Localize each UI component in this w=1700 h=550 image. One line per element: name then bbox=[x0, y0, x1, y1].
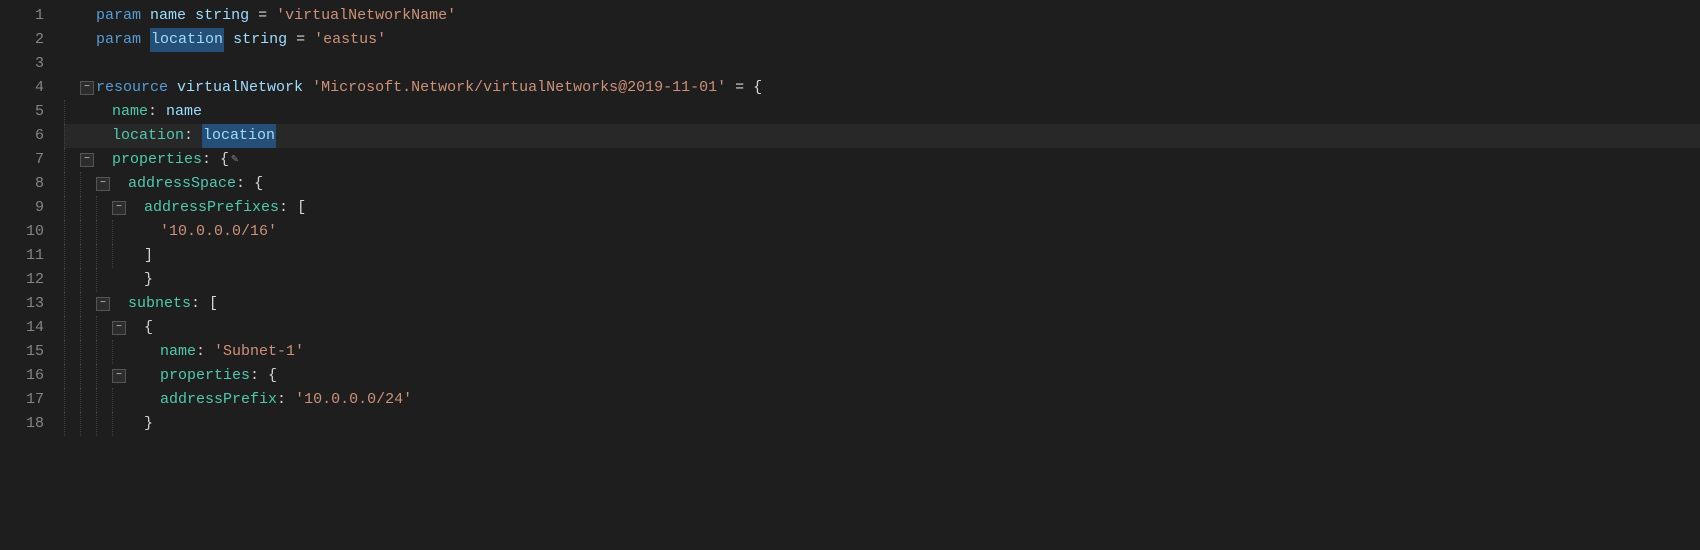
open-brace-resource: { bbox=[753, 76, 762, 100]
fold-button-9[interactable]: − bbox=[112, 201, 126, 215]
param-name-identifier: name bbox=[150, 4, 186, 28]
colon-addressprefix: : bbox=[277, 388, 286, 412]
fold-button-8[interactable]: − bbox=[96, 177, 110, 191]
colon-name: : bbox=[148, 100, 157, 124]
fold-button-16[interactable]: − bbox=[112, 369, 126, 383]
equals-2: = bbox=[287, 28, 314, 52]
code-line-12: } bbox=[64, 268, 1700, 292]
colon-subnets: : bbox=[191, 292, 200, 316]
string-virtual-network-name: 'virtualNetworkName' bbox=[276, 4, 456, 28]
close-brace-subnet-props: } bbox=[144, 412, 153, 436]
resource-type-string: 'Microsoft.Network/virtualNetworks@2019-… bbox=[312, 76, 726, 100]
line-num-16: 16 bbox=[0, 364, 44, 388]
line-number-gutter: 1 2 3 4 5 6 7 8 9 10 11 12 13 14 15 16 1… bbox=[0, 0, 60, 550]
open-brace-subnet-props: { bbox=[268, 364, 277, 388]
code-line-17: addressPrefix : '10.0.0.0/24' bbox=[64, 388, 1700, 412]
fold-button-13[interactable]: − bbox=[96, 297, 110, 311]
line-num-10: 10 bbox=[0, 220, 44, 244]
prop-addressprefixes: addressPrefixes bbox=[144, 196, 279, 220]
code-line-3 bbox=[64, 52, 1700, 76]
code-line-1: param name string = 'virtualNetworkName' bbox=[64, 4, 1700, 28]
line-num-4: 4 bbox=[0, 76, 44, 100]
prop-subnets: subnets bbox=[128, 292, 191, 316]
prop-subnet-name: name bbox=[160, 340, 196, 364]
close-brace-addressspace: } bbox=[144, 268, 153, 292]
fold-button-14[interactable]: − bbox=[112, 321, 126, 335]
line-num-15: 15 bbox=[0, 340, 44, 364]
prop-name: name bbox=[112, 100, 148, 124]
code-line-10: '10.0.0.0/16' bbox=[64, 220, 1700, 244]
line-num-8: 8 bbox=[0, 172, 44, 196]
colon-addressprefixes: : bbox=[279, 196, 288, 220]
colon-addressspace: : bbox=[236, 172, 245, 196]
line-num-17: 17 bbox=[0, 388, 44, 412]
line-num-13: 13 bbox=[0, 292, 44, 316]
keyword-param-2: param bbox=[96, 28, 141, 52]
pencil-icon: ✎ bbox=[231, 150, 238, 169]
code-line-9: − addressPrefixes : [ bbox=[64, 196, 1700, 220]
string-addressprefix: '10.0.0.0/24' bbox=[295, 388, 412, 412]
open-brace-properties: { bbox=[220, 148, 229, 172]
line-num-18: 18 bbox=[0, 412, 44, 436]
type-string-1: string bbox=[195, 4, 249, 28]
string-prefix-value: '10.0.0.0/16' bbox=[160, 220, 277, 244]
colon-location: : bbox=[184, 124, 193, 148]
val-name: name bbox=[166, 100, 202, 124]
code-content: param name string = 'virtualNetworkName'… bbox=[60, 0, 1700, 550]
line-num-5: 5 bbox=[0, 100, 44, 124]
line-num-2: 2 bbox=[0, 28, 44, 52]
line-num-6: 6 bbox=[0, 124, 44, 148]
keyword-resource: resource bbox=[96, 76, 168, 100]
code-line-13: − subnets : [ bbox=[64, 292, 1700, 316]
code-line-8: − addressSpace : { bbox=[64, 172, 1700, 196]
open-brace-addressspace: { bbox=[254, 172, 263, 196]
code-line-15: name : 'Subnet-1' bbox=[64, 340, 1700, 364]
keyword-param-1: param bbox=[96, 4, 141, 28]
prop-location: location bbox=[112, 124, 184, 148]
close-bracket-addressprefixes: ] bbox=[144, 244, 153, 268]
line-num-12: 12 bbox=[0, 268, 44, 292]
line-num-14: 14 bbox=[0, 316, 44, 340]
fold-button-7[interactable]: − bbox=[80, 153, 94, 167]
string-subnet-name: 'Subnet-1' bbox=[214, 340, 304, 364]
equals-1: = bbox=[249, 4, 276, 28]
code-line-11: ] bbox=[64, 244, 1700, 268]
code-line-4: − resource virtualNetwork 'Microsoft.Net… bbox=[64, 76, 1700, 100]
colon-properties: : bbox=[202, 148, 211, 172]
colon-subnet-properties: : bbox=[250, 364, 259, 388]
code-line-2: param location string = 'eastus' bbox=[64, 28, 1700, 52]
prop-addressspace: addressSpace bbox=[128, 172, 236, 196]
string-eastus: 'eastus' bbox=[314, 28, 386, 52]
equals-3: = bbox=[726, 76, 753, 100]
code-line-6: location : location bbox=[64, 124, 1700, 148]
location-value-highlighted: location bbox=[202, 124, 276, 148]
line-num-7: 7 bbox=[0, 148, 44, 172]
prop-addressprefix: addressPrefix bbox=[160, 388, 277, 412]
code-line-5: name : name bbox=[64, 100, 1700, 124]
code-line-18: } bbox=[64, 412, 1700, 436]
line-num-11: 11 bbox=[0, 244, 44, 268]
line-num-1: 1 bbox=[0, 4, 44, 28]
prop-properties: properties bbox=[112, 148, 202, 172]
code-line-16: − properties : { bbox=[64, 364, 1700, 388]
open-brace-subnet: { bbox=[144, 316, 153, 340]
location-highlighted: location bbox=[150, 28, 224, 52]
fold-button-4[interactable]: − bbox=[80, 81, 94, 95]
code-editor: 1 2 3 4 5 6 7 8 9 10 11 12 13 14 15 16 1… bbox=[0, 0, 1700, 550]
code-line-14: − { bbox=[64, 316, 1700, 340]
colon-subnet-name: : bbox=[196, 340, 205, 364]
resource-name: virtualNetwork bbox=[177, 76, 303, 100]
line-num-9: 9 bbox=[0, 196, 44, 220]
open-bracket-subnets: [ bbox=[209, 292, 218, 316]
open-bracket-addressprefixes: [ bbox=[297, 196, 306, 220]
code-line-7: − properties : { ✎ bbox=[64, 148, 1700, 172]
type-string-2: string bbox=[233, 28, 287, 52]
line-num-3: 3 bbox=[0, 52, 44, 76]
prop-subnet-properties: properties bbox=[160, 364, 250, 388]
